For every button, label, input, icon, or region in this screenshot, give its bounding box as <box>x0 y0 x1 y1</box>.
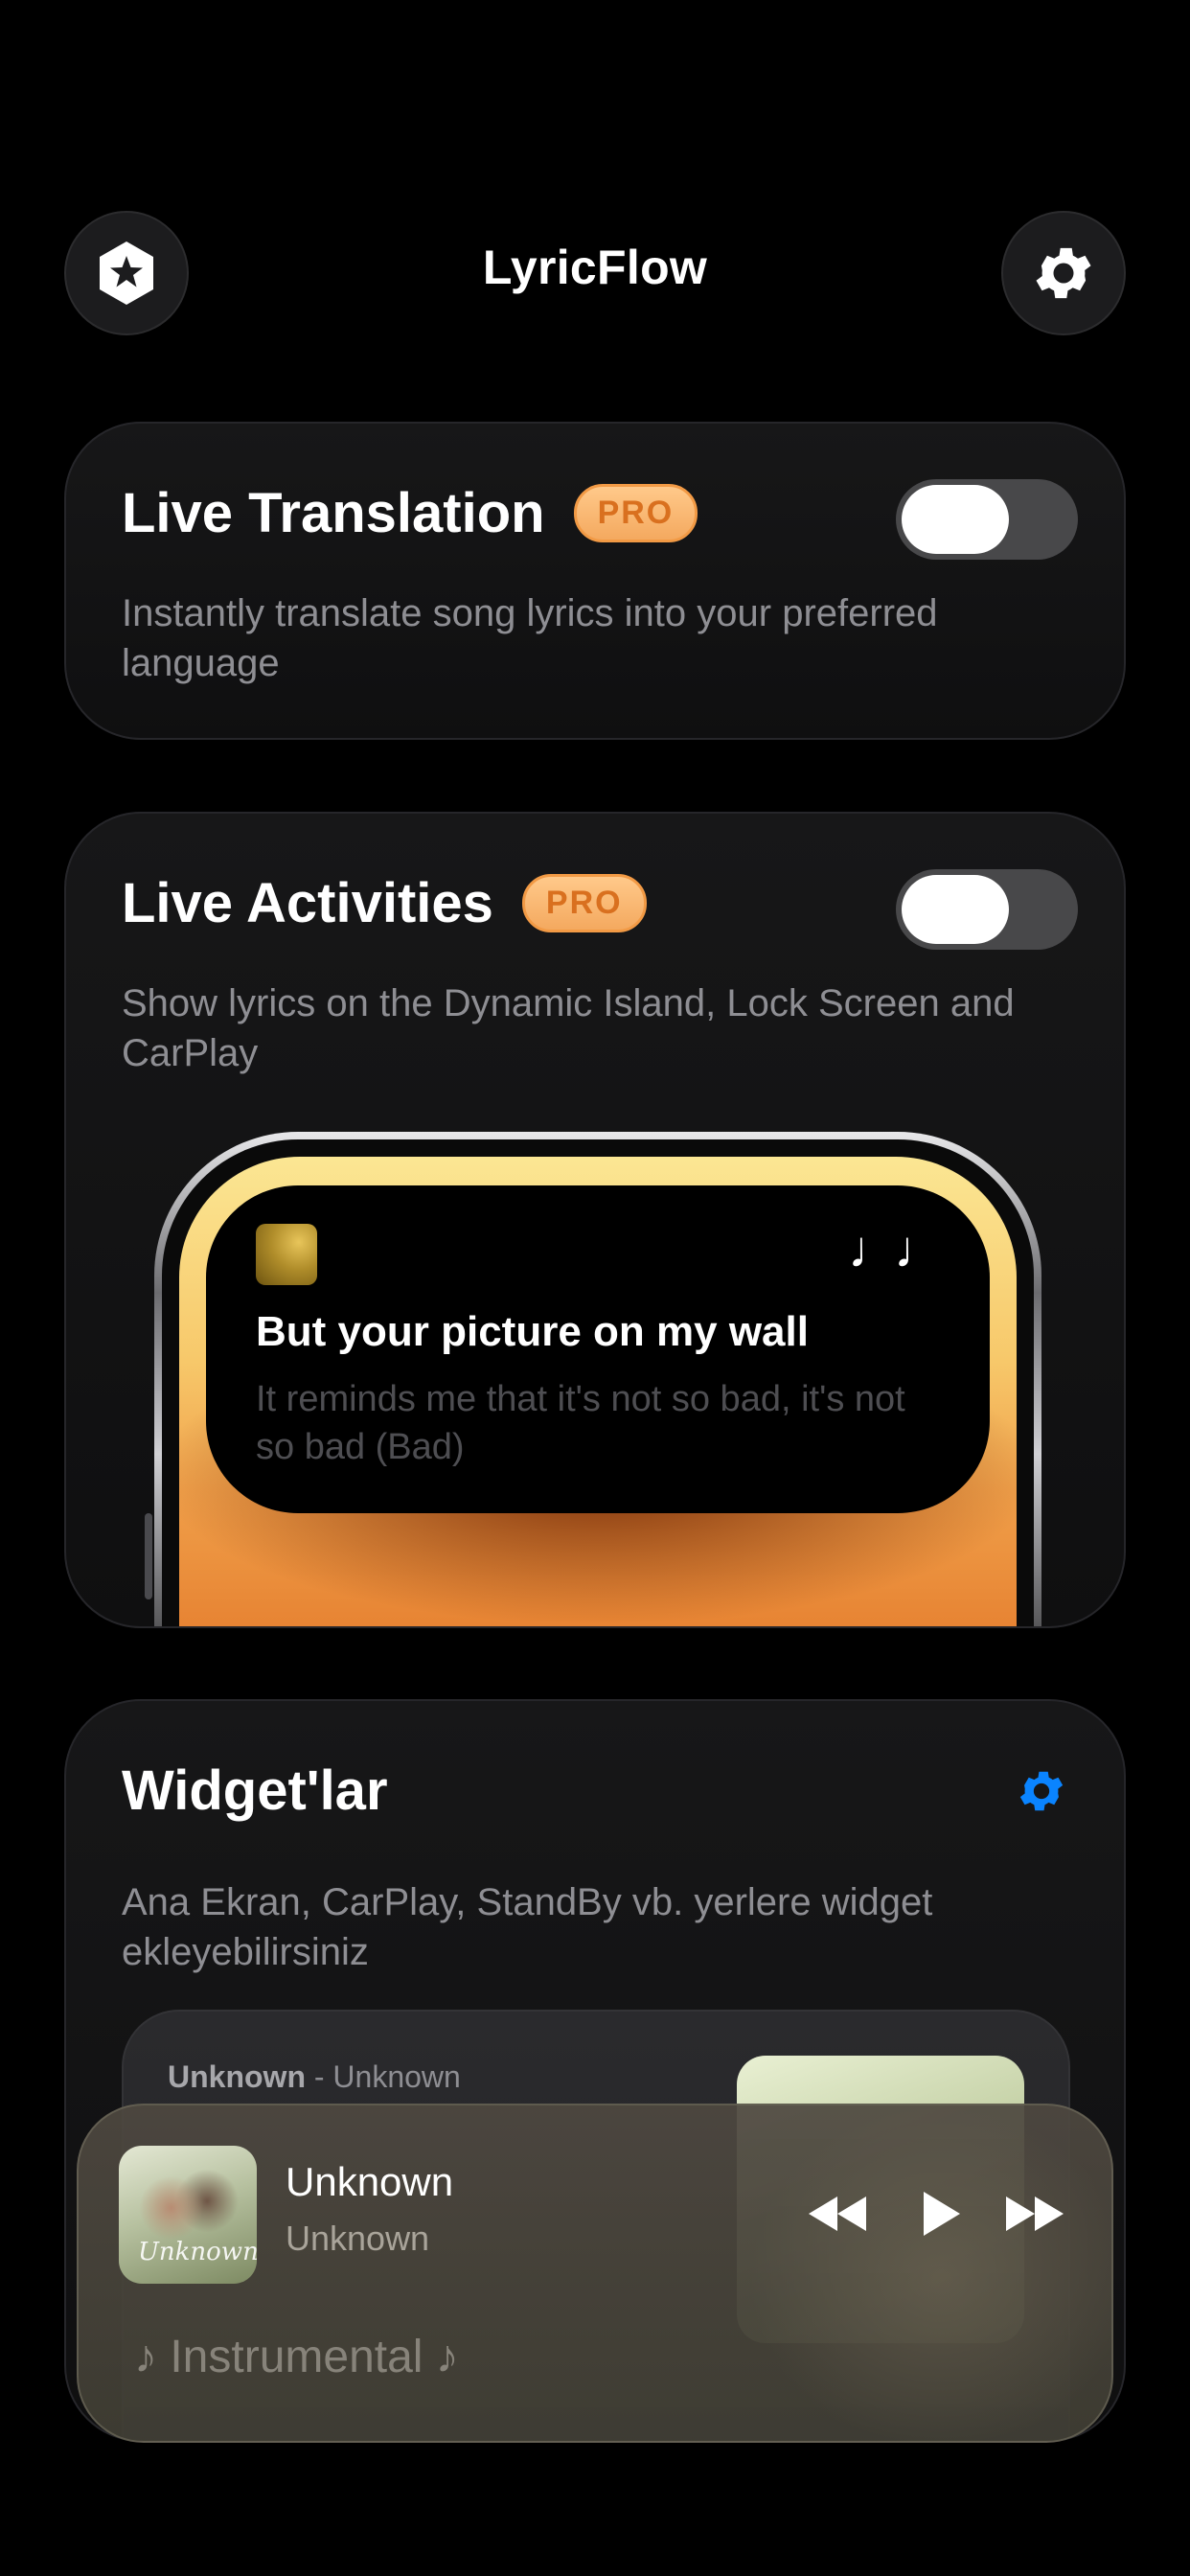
widget-song-artist: Unknown - Unknown <box>168 2059 461 2095</box>
rewind-button[interactable] <box>799 2180 876 2247</box>
play-button[interactable] <box>903 2180 979 2247</box>
live-activities-title: Live Activities <box>122 872 493 934</box>
widget-artist: Unknown <box>332 2059 461 2094</box>
gear-icon <box>1019 1771 1064 1811</box>
live-activities-description: Show lyrics on the Dynamic Island, Lock … <box>122 982 1015 1074</box>
widget-song: Unknown <box>168 2059 306 2094</box>
phone-screen: ♩♩ But your picture on my wall It remind… <box>179 1157 1017 1626</box>
widget-separator: - <box>305 2059 333 2094</box>
next-lyric-line: It reminds me that it's not so bad, it's… <box>256 1379 905 1467</box>
gear-icon <box>1036 247 1091 299</box>
current-lyric-line: But your picture on my wall <box>256 1308 809 1355</box>
pro-badge: PRO <box>521 874 647 932</box>
widgets-description: Ana Ekran, CarPlay, StandBy vb. yerlere … <box>122 1881 933 1973</box>
live-translation-title: Live Translation <box>122 482 545 544</box>
settings-button[interactable] <box>1001 211 1126 335</box>
player-glow <box>749 2105 1111 2441</box>
live-translation-description: Instantly translate song lyrics into you… <box>122 592 938 684</box>
album-art[interactable]: Unknown <box>119 2146 257 2284</box>
music-note-icon: ♩♩ <box>848 1221 946 1278</box>
player-lyric: ♪ Instrumental ♪ <box>134 2332 459 2382</box>
live-activities-title-row: Live Activities PRO <box>122 871 647 935</box>
play-icon <box>924 2192 960 2236</box>
mini-player[interactable]: Unknown Unknown Unknown ♪ Instrumental ♪ <box>77 2104 1113 2443</box>
live-translation-card: Live Translation PRO Instantly translate… <box>64 422 1126 740</box>
album-art-thumbnail <box>256 1224 317 1285</box>
toggle-knob <box>902 485 1009 554</box>
player-artist: Unknown <box>286 2219 430 2258</box>
player-song-title: Unknown <box>286 2159 454 2204</box>
dynamic-island-preview: ♩♩ But your picture on my wall It remind… <box>206 1185 990 1513</box>
phone-illustration: ♩♩ But your picture on my wall It remind… <box>154 1132 1041 1626</box>
album-caption: Unknown <box>138 2238 257 2266</box>
live-translation-toggle[interactable] <box>896 479 1078 560</box>
live-activities-toggle[interactable] <box>896 869 1078 950</box>
fast-forward-icon <box>1006 2196 1064 2231</box>
rewind-icon <box>809 2196 866 2231</box>
live-activities-card: Live Activities PRO Show lyrics on the D… <box>64 812 1126 1628</box>
live-translation-title-row: Live Translation PRO <box>122 481 698 545</box>
widgets-title: Widget'lar <box>122 1760 388 1822</box>
toggle-knob <box>902 875 1009 944</box>
fast-forward-button[interactable] <box>996 2180 1073 2247</box>
widgets-settings-button[interactable] <box>1015 1764 1068 1818</box>
phone-side-button <box>145 1513 152 1599</box>
pro-badge: PRO <box>573 484 698 542</box>
